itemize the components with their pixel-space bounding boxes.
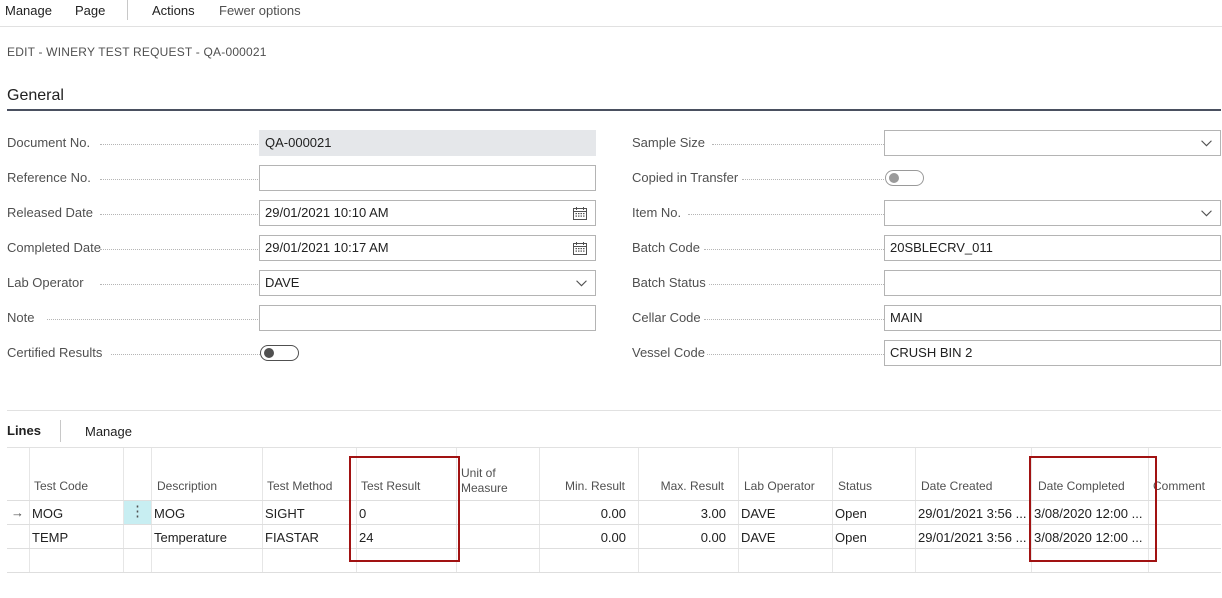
certified-results-field: Certified Results — [7, 340, 597, 366]
column-header-lab-operator[interactable]: Lab Operator — [744, 479, 815, 493]
page-menu[interactable]: Page — [75, 3, 105, 18]
cell-test-method[interactable]: FIASTAR — [265, 530, 355, 545]
column-header-status[interactable]: Status — [838, 479, 872, 493]
column-header-unit-line2[interactable]: Measure — [461, 481, 508, 495]
cell-test-method[interactable]: SIGHT — [265, 506, 355, 521]
released-date-label: Released Date — [7, 205, 93, 220]
chevron-down-icon[interactable] — [1201, 140, 1212, 147]
chevron-down-icon[interactable] — [576, 280, 587, 287]
page-title: EDIT - WINERY TEST REQUEST - QA-000021 — [7, 45, 267, 59]
batch-code-field: Batch Code 20SBLECRV_011 — [632, 235, 1222, 261]
cell-max-result[interactable]: 3.00 — [641, 506, 726, 521]
sample-size-label: Sample Size — [632, 135, 705, 150]
item-no-label: Item No. — [632, 205, 682, 220]
cell-min-result[interactable]: 0.00 — [542, 530, 626, 545]
general-section-title[interactable]: General — [7, 87, 64, 105]
certified-results-label: Certified Results — [7, 345, 103, 360]
vessel-code-label: Vessel Code — [632, 345, 705, 360]
batch-status-label: Batch Status — [632, 275, 706, 290]
chevron-down-icon[interactable] — [1201, 210, 1212, 217]
vessel-code-field: Vessel Code CRUSH BIN 2 — [632, 340, 1222, 366]
cellar-code-input[interactable]: MAIN — [884, 305, 1221, 331]
lines-top-divider — [7, 410, 1221, 411]
vessel-code-input[interactable]: CRUSH BIN 2 — [884, 340, 1221, 366]
cellar-code-label: Cellar Code — [632, 310, 701, 325]
row-menu-icon[interactable]: ⋮ — [124, 501, 151, 524]
note-input[interactable] — [259, 305, 596, 331]
cell-description[interactable]: Temperature — [154, 530, 260, 545]
copied-in-transfer-label: Copied in Transfer — [632, 170, 739, 185]
cell-max-result[interactable]: 0.00 — [641, 530, 726, 545]
calendar-icon[interactable] — [573, 207, 587, 220]
document-no-label: Document No. — [7, 135, 91, 150]
cell-date-created[interactable]: 29/01/2021 3:56 ... — [918, 506, 1030, 521]
document-no-input: QA-000021 — [259, 130, 596, 156]
sample-size-select[interactable] — [884, 130, 1221, 156]
released-date-field: Released Date 29/01/2021 10:10 AM — [7, 200, 597, 226]
column-header-comment[interactable]: Comment — [1153, 479, 1205, 493]
toggle-knob — [264, 348, 274, 358]
column-header-description[interactable]: Description — [157, 479, 217, 493]
column-header-unit-line1[interactable]: Unit of — [461, 466, 496, 480]
completed-date-field: Completed Date 29/01/2021 10:17 AM — [7, 235, 597, 261]
column-header-date-created[interactable]: Date Created — [921, 479, 992, 493]
batch-status-input[interactable] — [884, 270, 1221, 296]
reference-no-label: Reference No. — [7, 170, 91, 185]
lines-tab[interactable]: Lines — [7, 423, 41, 438]
column-header-test-code[interactable]: Test Code — [34, 479, 88, 493]
column-header-min-result[interactable]: Min. Result — [547, 479, 625, 493]
action-bar-divider — [127, 0, 128, 20]
manage-menu[interactable]: Manage — [5, 3, 52, 18]
sample-size-field: Sample Size — [632, 130, 1222, 156]
lab-operator-value: DAVE — [265, 275, 300, 290]
cell-status[interactable]: Open — [835, 530, 913, 545]
lab-operator-select[interactable]: DAVE — [259, 270, 596, 296]
column-header-test-method[interactable]: Test Method — [267, 479, 332, 493]
copied-in-transfer-field: Copied in Transfer — [632, 165, 1222, 191]
completed-date-value: 29/01/2021 10:17 AM — [265, 240, 389, 255]
completed-date-label: Completed Date — [7, 240, 101, 255]
cell-description[interactable]: MOG — [154, 506, 260, 521]
completed-date-input[interactable]: 29/01/2021 10:17 AM — [259, 235, 596, 261]
cellar-code-field: Cellar Code MAIN — [632, 305, 1222, 331]
cell-date-created[interactable]: 29/01/2021 3:56 ... — [918, 530, 1030, 545]
actions-menu[interactable]: Actions — [152, 3, 195, 18]
cell-lab-operator[interactable]: DAVE — [741, 506, 831, 521]
general-section-divider — [7, 109, 1221, 111]
date-completed-highlight-box — [1029, 456, 1157, 562]
item-no-select[interactable] — [884, 200, 1221, 226]
certified-results-toggle[interactable] — [260, 345, 299, 361]
cell-status[interactable]: Open — [835, 506, 913, 521]
calendar-icon[interactable] — [573, 242, 587, 255]
document-no-field: Document No. QA-000021 — [7, 130, 597, 156]
reference-no-input[interactable] — [259, 165, 596, 191]
row-arrow-icon: → — [11, 505, 24, 520]
batch-code-input[interactable]: 20SBLECRV_011 — [884, 235, 1221, 261]
note-label: Note — [7, 310, 35, 325]
lines-tab-divider — [60, 420, 61, 442]
test-result-highlight-box — [349, 456, 460, 562]
cell-min-result[interactable]: 0.00 — [542, 506, 626, 521]
batch-status-field: Batch Status — [632, 270, 1222, 296]
item-no-field: Item No. — [632, 200, 1222, 226]
cell-test-code[interactable]: MOG — [32, 506, 122, 521]
action-bar: Manage Page Actions Fewer options — [0, 0, 1222, 27]
reference-no-field: Reference No. — [7, 165, 597, 191]
released-date-input[interactable]: 29/01/2021 10:10 AM — [259, 200, 596, 226]
lab-operator-label: Lab Operator — [7, 275, 84, 290]
cell-lab-operator[interactable]: DAVE — [741, 530, 831, 545]
batch-code-label: Batch Code — [632, 240, 700, 255]
cell-test-code[interactable]: TEMP — [32, 530, 122, 545]
released-date-value: 29/01/2021 10:10 AM — [265, 205, 389, 220]
toggle-knob — [889, 173, 899, 183]
copied-in-transfer-toggle — [885, 170, 924, 186]
fewer-options-button[interactable]: Fewer options — [219, 3, 301, 18]
lab-operator-field: Lab Operator DAVE — [7, 270, 597, 296]
lines-manage-menu[interactable]: Manage — [85, 424, 132, 439]
column-header-max-result[interactable]: Max. Result — [646, 479, 724, 493]
note-field: Note — [7, 305, 597, 331]
